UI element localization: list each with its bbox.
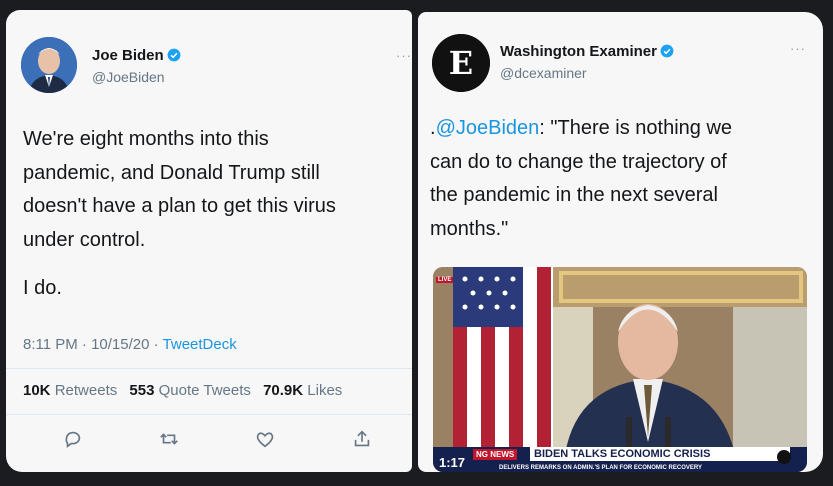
likes-label: Likes xyxy=(307,382,343,399)
avatar[interactable] xyxy=(21,37,77,93)
more-options-icon[interactable]: ··· xyxy=(790,41,806,56)
tweet-timestamp: 8:11 PM · 10/15/20 · TweetDeck xyxy=(23,336,237,353)
divider xyxy=(6,368,412,369)
reply-icon[interactable] xyxy=(62,428,84,450)
logo-letter: E xyxy=(449,44,473,82)
news-broadcast-image[interactable]: LIVE 1:17 NG NEWS BIDEN TALKS ECONOMIC C… xyxy=(433,267,807,472)
verified-badge-icon xyxy=(167,48,181,62)
tweet-line: pandemic, and Donald Trump still xyxy=(23,161,320,184)
ticker-headline: BIDEN TALKS ECONOMIC CRISIS xyxy=(530,447,790,461)
tweet-text: .@JoeBiden: "There is nothing we can do … xyxy=(430,112,815,246)
network-logo-icon xyxy=(777,450,791,464)
tweet-line: doesn't have a plan to get this virus xyxy=(23,195,336,217)
likes-count: 70.9K xyxy=(263,382,304,399)
share-icon[interactable] xyxy=(351,428,373,450)
likes-stat[interactable]: 70.9K Likes xyxy=(263,382,342,399)
washington-examiner-tweet-card: E Washington Examiner @dcexaminer ··· .@… xyxy=(418,12,823,472)
ticker-time: 1:17 xyxy=(439,455,466,470)
quote-tweets-count: 553 xyxy=(129,382,155,399)
tweet-line: can do to change the trajectory of xyxy=(430,150,727,173)
display-name-text[interactable]: Joe Biden xyxy=(92,47,164,64)
engagement-stats: 10K Retweets 553 Quote Tweets 70.9K Like… xyxy=(23,382,342,399)
tweet-source-link[interactable]: TweetDeck xyxy=(163,336,237,353)
retweet-icon[interactable] xyxy=(158,428,180,450)
tweet-line: I do. xyxy=(23,277,62,299)
handle[interactable]: @JoeBiden xyxy=(92,69,165,85)
tweet-text: We're eight months into this pandemic, a… xyxy=(23,123,408,306)
tweet-line: under control. xyxy=(23,228,146,251)
verified-badge-icon xyxy=(660,44,674,58)
broadcast-scene xyxy=(433,267,807,472)
tweet-line: .@JoeBiden: "There is nothing we xyxy=(430,112,815,146)
timestamp-text[interactable]: 8:11 PM · 10/15/20 · xyxy=(23,336,163,353)
profile-photo-icon xyxy=(21,37,77,93)
retweets-stat[interactable]: 10K Retweets xyxy=(23,382,117,399)
live-tag: LIVE xyxy=(436,277,454,283)
divider xyxy=(6,414,412,415)
tweet-line: We're eight months into this xyxy=(23,128,269,150)
avatar[interactable]: E xyxy=(432,34,490,92)
retweets-label: Retweets xyxy=(54,382,118,399)
retweets-count: 10K xyxy=(23,382,51,399)
like-icon[interactable] xyxy=(254,428,276,450)
american-flag xyxy=(453,267,553,447)
tweet-line: the pandemic in the next several xyxy=(430,184,718,206)
ticker-label: NG NEWS xyxy=(473,449,518,460)
display-name[interactable]: Joe Biden xyxy=(92,47,181,64)
joe-biden-tweet-card: Joe Biden @JoeBiden ··· We're eight mont… xyxy=(6,10,412,472)
quote-tweets-stat[interactable]: 553 Quote Tweets xyxy=(129,382,250,399)
display-name-text[interactable]: Washington Examiner xyxy=(500,43,657,60)
tweet-line-rest: : "There is nothing we xyxy=(539,117,733,139)
tweet-line: months." xyxy=(430,217,509,240)
washington-examiner-logo-icon: E xyxy=(432,34,490,92)
handle[interactable]: @dcexaminer xyxy=(500,65,587,81)
mention-link[interactable]: @JoeBiden xyxy=(436,117,540,139)
quote-tweets-label: Quote Tweets xyxy=(158,382,251,399)
more-options-icon[interactable]: ··· xyxy=(396,48,412,63)
display-name[interactable]: Washington Examiner xyxy=(500,43,674,60)
ticker-subheadline: DELIVERS REMARKS ON ADMIN.'S PLAN FOR EC… xyxy=(499,465,702,471)
